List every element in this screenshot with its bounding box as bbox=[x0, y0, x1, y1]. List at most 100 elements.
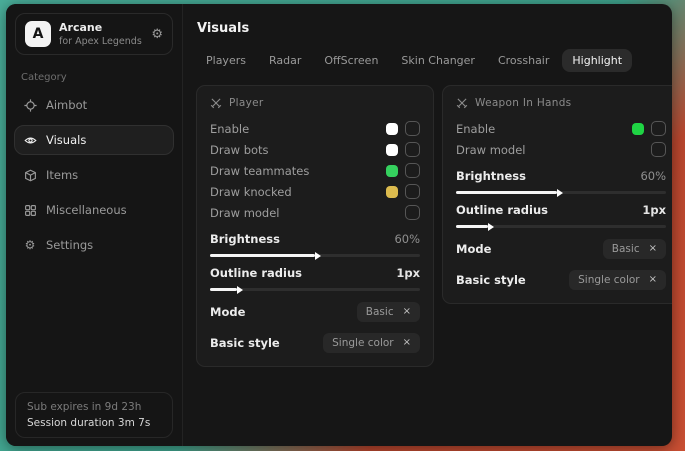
checkbox[interactable] bbox=[651, 142, 666, 157]
select-label: Basic style bbox=[456, 273, 526, 287]
toggle-label: Enable bbox=[456, 122, 495, 136]
sidebar-item-miscellaneous[interactable]: Miscellaneous bbox=[14, 195, 174, 225]
tab-label: Radar bbox=[269, 54, 301, 67]
tab-crosshair[interactable]: Crosshair bbox=[488, 49, 559, 72]
crosshair-icon bbox=[23, 98, 37, 112]
remove-icon[interactable]: × bbox=[649, 244, 657, 254]
toggle-label: Draw teammates bbox=[210, 164, 309, 178]
basic-style-select-pill[interactable]: Single color × bbox=[323, 333, 420, 353]
grid-icon bbox=[23, 203, 37, 217]
outline-radius-slider[interactable] bbox=[456, 225, 666, 228]
checkbox[interactable] bbox=[405, 205, 420, 220]
outline-radius-slider-group: Outline radius 1px bbox=[210, 266, 420, 291]
pill-value: Single color bbox=[332, 337, 393, 349]
session-duration-text: Session duration 3m 7s bbox=[27, 417, 161, 429]
player-panel: Player Enable Draw bots Draw teammates D… bbox=[196, 85, 434, 367]
panel-title: Player bbox=[229, 97, 263, 109]
tab-offscreen[interactable]: OffScreen bbox=[314, 49, 388, 72]
slider-section: Brightness 60% Outline radius 1px bbox=[210, 232, 420, 291]
sidebar-nav: Aimbot Visuals Items Miscellaneous bbox=[6, 90, 182, 265]
mode-select-pill[interactable]: Basic × bbox=[357, 302, 420, 322]
slider-fill bbox=[456, 225, 488, 228]
slider-value: 60% bbox=[640, 169, 666, 183]
sidebar: A Arcane for Apex Legends ⚙ Category Aim… bbox=[6, 4, 183, 446]
basic-style-select-row: Basic style Single color × bbox=[210, 333, 420, 353]
slider-label: Outline radius bbox=[210, 266, 302, 280]
toggle-label: Enable bbox=[210, 122, 249, 136]
slider-fill bbox=[210, 288, 237, 291]
cube-icon bbox=[23, 168, 37, 182]
main-content: Visuals Players Radar OffScreen Skin Cha… bbox=[183, 4, 672, 446]
sidebar-item-aimbot[interactable]: Aimbot bbox=[14, 90, 174, 120]
panel-row: Player Enable Draw bots Draw teammates D… bbox=[196, 85, 672, 367]
checkbox[interactable] bbox=[651, 121, 666, 136]
app-subtitle: for Apex Legends bbox=[59, 36, 142, 47]
color-swatch[interactable] bbox=[386, 186, 398, 198]
remove-icon[interactable]: × bbox=[649, 275, 657, 285]
sidebar-item-label: Items bbox=[46, 168, 78, 182]
sidebar-item-label: Miscellaneous bbox=[46, 203, 127, 217]
mode-select-row: Mode Basic × bbox=[456, 239, 666, 259]
color-swatch[interactable] bbox=[386, 165, 398, 177]
brightness-slider-group: Brightness 60% bbox=[456, 169, 666, 194]
tab-radar[interactable]: Radar bbox=[259, 49, 311, 72]
checkbox[interactable] bbox=[405, 184, 420, 199]
toggle-row-draw-bots: Draw bots bbox=[210, 139, 420, 160]
slider-label: Brightness bbox=[456, 169, 526, 183]
basic-style-select-pill[interactable]: Single color × bbox=[569, 270, 666, 290]
tab-players[interactable]: Players bbox=[196, 49, 256, 72]
color-swatch[interactable] bbox=[386, 144, 398, 156]
slider-thumb[interactable] bbox=[557, 189, 563, 197]
panel-header: Player bbox=[210, 97, 420, 109]
basic-style-select-row: Basic style Single color × bbox=[456, 270, 666, 290]
page-title: Visuals bbox=[197, 21, 672, 36]
toggle-label: Draw model bbox=[210, 206, 280, 220]
app-logo: A bbox=[25, 21, 51, 47]
crossed-swords-icon bbox=[456, 97, 468, 109]
sidebar-item-settings[interactable]: ⚙ Settings bbox=[14, 230, 174, 260]
slider-thumb[interactable] bbox=[315, 252, 321, 260]
remove-icon[interactable]: × bbox=[403, 338, 411, 348]
slider-label: Brightness bbox=[210, 232, 280, 246]
color-swatch[interactable] bbox=[632, 123, 644, 135]
tab-bar: Players Radar OffScreen Skin Changer Cro… bbox=[196, 49, 672, 72]
toggle-row-draw-model: Draw model bbox=[456, 139, 666, 160]
checkbox[interactable] bbox=[405, 121, 420, 136]
select-label: Mode bbox=[210, 305, 245, 319]
gear-icon: ⚙ bbox=[23, 238, 37, 252]
subscription-card: Sub expires in 9d 23h Session duration 3… bbox=[15, 392, 173, 438]
toggle-label: Draw bots bbox=[210, 143, 269, 157]
toggle-label: Draw knocked bbox=[210, 185, 292, 199]
checkbox[interactable] bbox=[405, 142, 420, 157]
checkbox[interactable] bbox=[405, 163, 420, 178]
outline-radius-slider[interactable] bbox=[210, 288, 420, 291]
sidebar-item-visuals[interactable]: Visuals bbox=[14, 125, 174, 155]
tab-label: Skin Changer bbox=[401, 54, 475, 67]
brightness-slider-group: Brightness 60% bbox=[210, 232, 420, 257]
app-title: Arcane bbox=[59, 21, 142, 34]
brightness-slider[interactable] bbox=[456, 191, 666, 194]
tab-label: Crosshair bbox=[498, 54, 549, 67]
account-card: A Arcane for Apex Legends ⚙ bbox=[15, 13, 173, 55]
tab-label: Highlight bbox=[572, 54, 622, 67]
remove-icon[interactable]: × bbox=[403, 307, 411, 317]
tab-skin-changer[interactable]: Skin Changer bbox=[391, 49, 485, 72]
sub-expires-text: Sub expires in 9d 23h bbox=[27, 401, 161, 413]
weapon-in-hands-panel: Weapon In Hands Enable Draw model Bright… bbox=[442, 85, 672, 304]
gear-icon[interactable]: ⚙ bbox=[151, 28, 163, 41]
slider-thumb[interactable] bbox=[237, 286, 243, 294]
panel-title: Weapon In Hands bbox=[475, 97, 571, 109]
app-window: A Arcane for Apex Legends ⚙ Category Aim… bbox=[6, 4, 672, 446]
sidebar-item-items[interactable]: Items bbox=[14, 160, 174, 190]
select-label: Basic style bbox=[210, 336, 280, 350]
slider-thumb[interactable] bbox=[488, 223, 494, 231]
color-swatch[interactable] bbox=[386, 123, 398, 135]
brightness-slider[interactable] bbox=[210, 254, 420, 257]
eye-icon bbox=[23, 133, 37, 147]
mode-select-pill[interactable]: Basic × bbox=[603, 239, 666, 259]
slider-value: 1px bbox=[396, 266, 420, 280]
tab-highlight[interactable]: Highlight bbox=[562, 49, 632, 72]
toggle-row-draw-teammates: Draw teammates bbox=[210, 160, 420, 181]
sidebar-item-label: Visuals bbox=[46, 133, 86, 147]
mode-select-row: Mode Basic × bbox=[210, 302, 420, 322]
